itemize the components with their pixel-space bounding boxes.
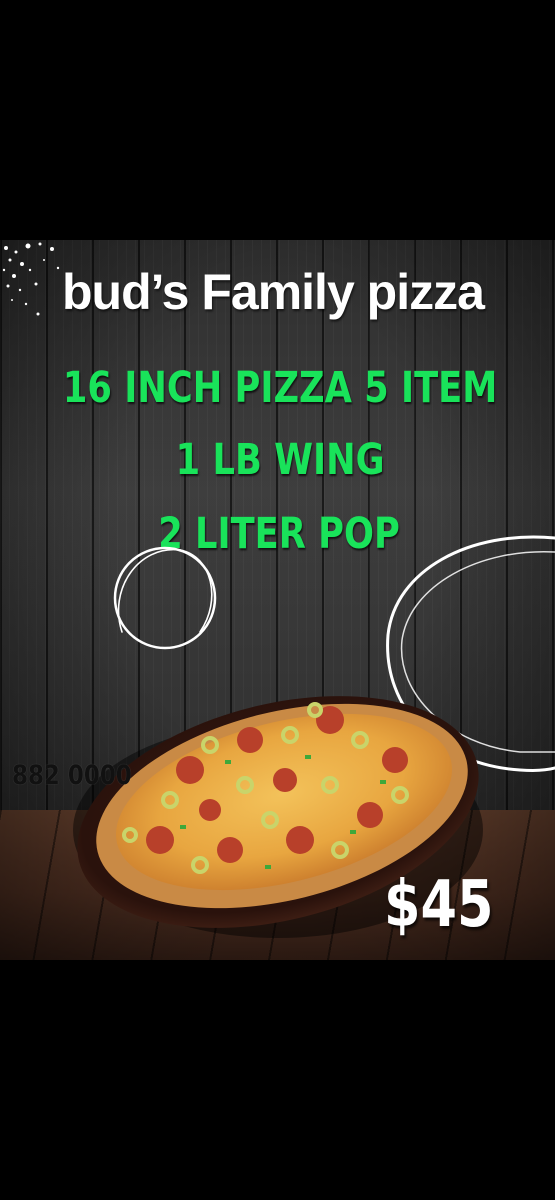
pizza-image — [73, 696, 483, 938]
phone-number: 882 0000 — [12, 760, 132, 791]
promo-flyer: bud’s Family pizza 16 INCH PIZZA 5 ITEM … — [0, 240, 555, 960]
price-label: $45 — [384, 868, 494, 942]
